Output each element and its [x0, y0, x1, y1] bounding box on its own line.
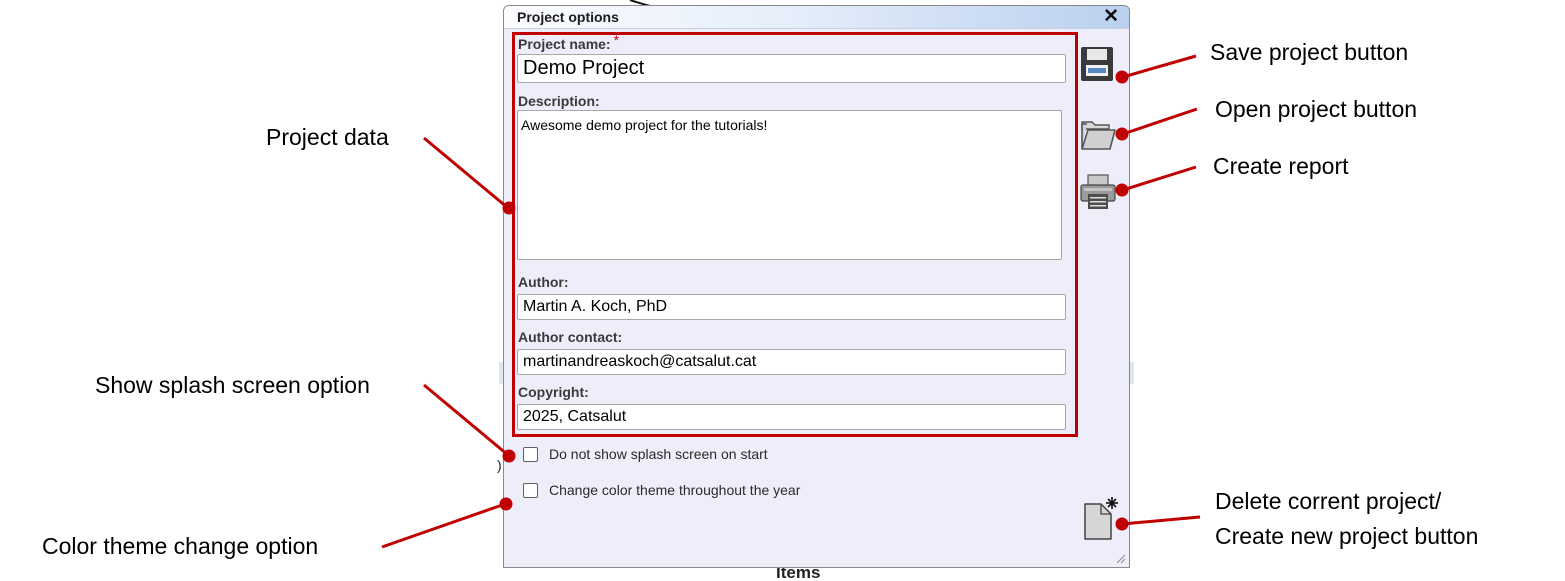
annotation-save: Save project button: [1210, 39, 1409, 65]
leader-new: [1121, 515, 1201, 526]
leader-report: [1122, 165, 1197, 192]
annotation-delete-line1: Delete corrent project/: [1215, 488, 1442, 514]
leader-project-data: [423, 136, 509, 210]
annotation-open: Open project button: [1215, 96, 1418, 122]
annotation-project-data: Project data: [266, 124, 389, 150]
annotation-delete-line2: Create new project button: [1215, 523, 1479, 549]
annotation-theme: Color theme change option: [42, 533, 319, 559]
leader-open: [1122, 107, 1198, 136]
leader-theme: [381, 502, 506, 549]
annotation-report: Create report: [1213, 153, 1349, 179]
leader-save: [1122, 54, 1197, 79]
leader-splash: [423, 383, 509, 457]
annotation-splash: Show splash screen option: [95, 372, 370, 398]
